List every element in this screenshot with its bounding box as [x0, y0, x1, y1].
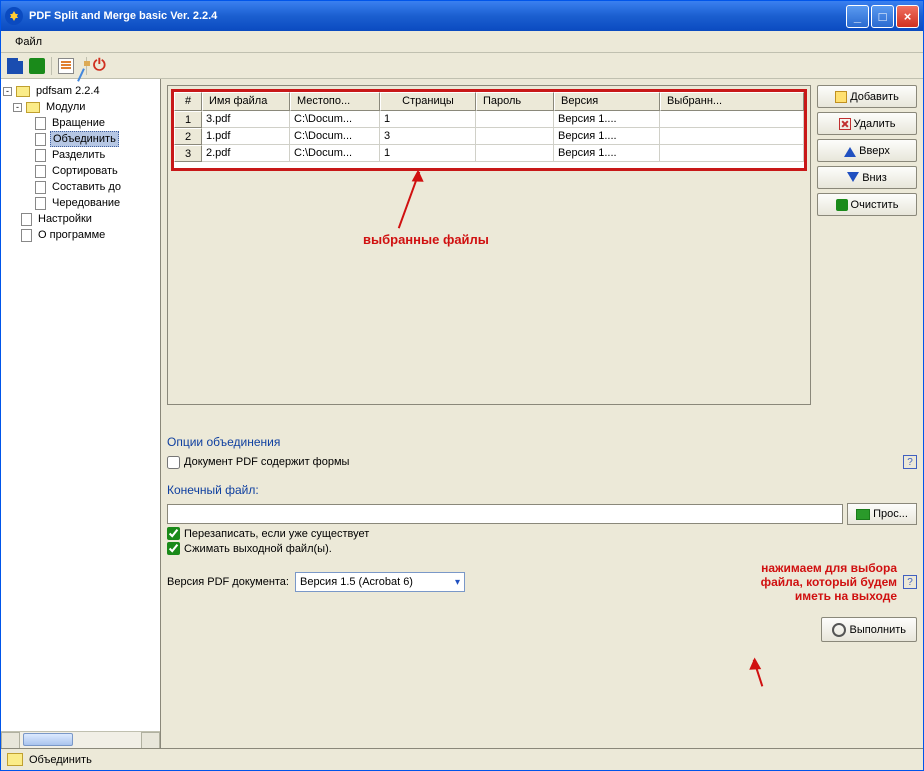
- tree-modules-label: Модули: [44, 100, 87, 114]
- forms-label: Документ PDF содержит формы: [184, 456, 349, 468]
- titlebar[interactable]: PDF Split and Merge basic Ver. 2.2.4 _ □…: [1, 1, 923, 31]
- col-num[interactable]: #: [174, 92, 202, 111]
- gear-icon: [832, 623, 846, 637]
- help-icon[interactable]: ?: [903, 575, 917, 589]
- forms-checkbox[interactable]: [167, 456, 180, 469]
- toolbar-separator: [51, 57, 52, 75]
- save-env-icon[interactable]: [29, 58, 45, 74]
- scrollbar-thumb[interactable]: [23, 733, 73, 746]
- annotation-arrow: [398, 171, 420, 228]
- folder-icon: [16, 86, 30, 97]
- output-path-input[interactable]: [167, 504, 843, 524]
- col-path[interactable]: Местопо...: [290, 92, 380, 111]
- sidebar: - pdfsam 2.2.4 - Модули Вращение Объедин…: [1, 79, 161, 748]
- annotation-selected-files: выбранные файлы: [363, 232, 489, 247]
- tree-root[interactable]: - pdfsam 2.2.4: [3, 83, 158, 99]
- pdf-version-select[interactable]: Версия 1.5 (Acrobat 6) ▾: [295, 572, 465, 592]
- page-icon: [35, 165, 46, 178]
- tree-item-merge[interactable]: Объединить: [3, 131, 158, 147]
- table-header: # Имя файла Местопо... Страницы Пароль В…: [174, 92, 804, 111]
- tree-root-label: pdfsam 2.2.4: [34, 84, 102, 98]
- page-icon: [35, 149, 46, 162]
- toolbar: ⏻: [1, 53, 923, 79]
- page-icon: [35, 133, 46, 146]
- window-title: PDF Split and Merge basic Ver. 2.2.4: [29, 10, 217, 22]
- page-icon: [35, 117, 46, 130]
- menu-file[interactable]: Файл: [7, 34, 50, 50]
- folder-icon: [26, 102, 40, 113]
- statusbar: Объединить: [1, 748, 923, 770]
- file-table: # Имя файла Местопо... Страницы Пароль В…: [171, 89, 807, 171]
- minimize-button[interactable]: _: [846, 5, 869, 28]
- tree-item-alternate[interactable]: Чередование: [3, 195, 158, 211]
- close-button[interactable]: ×: [896, 5, 919, 28]
- tree-modules[interactable]: - Модули: [3, 99, 158, 115]
- app-window: PDF Split and Merge basic Ver. 2.2.4 _ □…: [0, 0, 924, 771]
- arrow-down-icon: [847, 172, 859, 184]
- file-buttons: Добавить Удалить Вверх Вниз Очистить: [817, 85, 917, 405]
- col-password[interactable]: Пароль: [476, 92, 554, 111]
- table-row[interactable]: 1 3.pdf C:\Docum... 1 Версия 1....: [174, 111, 804, 128]
- down-button[interactable]: Вниз: [817, 166, 917, 189]
- tree-settings[interactable]: Настройки: [3, 211, 158, 227]
- tree-item-rotate[interactable]: Вращение: [3, 115, 158, 131]
- page-icon: [21, 229, 32, 242]
- tree-item-split[interactable]: Разделить: [3, 147, 158, 163]
- pdf-version-label: Версия PDF документа:: [167, 576, 289, 588]
- chevron-down-icon: ▾: [455, 577, 460, 588]
- add-icon: [835, 91, 847, 103]
- delete-icon: [839, 118, 851, 130]
- overwrite-checkbox[interactable]: [167, 527, 180, 540]
- folder-icon: [7, 753, 23, 766]
- status-text: Объединить: [29, 754, 92, 766]
- collapse-icon[interactable]: -: [13, 103, 22, 112]
- save-icon[interactable]: [7, 58, 23, 74]
- tree-about[interactable]: О программе: [3, 227, 158, 243]
- folder-open-icon: [856, 509, 870, 520]
- output-file-label: Конечный файл:: [167, 483, 917, 497]
- app-icon: [5, 7, 23, 25]
- compress-checkbox[interactable]: [167, 542, 180, 555]
- col-name[interactable]: Имя файла: [202, 92, 290, 111]
- overwrite-label: Перезаписать, если уже существует: [184, 528, 369, 540]
- delete-button[interactable]: Удалить: [817, 112, 917, 135]
- nav-tree: - pdfsam 2.2.4 - Модули Вращение Объедин…: [1, 79, 160, 731]
- annotation-arrow: [753, 659, 764, 686]
- col-pages[interactable]: Страницы: [380, 92, 476, 111]
- browse-button[interactable]: Прос...: [847, 503, 917, 525]
- exit-icon[interactable]: ⏻: [93, 58, 106, 74]
- col-version[interactable]: Версия: [554, 92, 660, 111]
- table-row[interactable]: 3 2.pdf C:\Docum... 1 Версия 1....: [174, 145, 804, 162]
- execute-button[interactable]: Выполнить: [821, 617, 917, 642]
- tree-item-sort[interactable]: Сортировать: [3, 163, 158, 179]
- merge-options-label: Опции объединения: [167, 435, 917, 449]
- maximize-button[interactable]: □: [871, 5, 894, 28]
- help-icon[interactable]: ?: [903, 455, 917, 469]
- table-row[interactable]: 2 1.pdf C:\Docum... 3 Версия 1....: [174, 128, 804, 145]
- menubar: Файл: [1, 31, 923, 53]
- tree-item-compose[interactable]: Составить до: [3, 179, 158, 195]
- col-selected[interactable]: Выбранн...: [660, 92, 804, 111]
- add-button[interactable]: Добавить: [817, 85, 917, 108]
- page-icon: [21, 213, 32, 226]
- up-button[interactable]: Вверх: [817, 139, 917, 162]
- clear-icon: [836, 199, 848, 211]
- file-table-container: # Имя файла Местопо... Страницы Пароль В…: [167, 85, 811, 405]
- toolbar-separator: [86, 57, 87, 75]
- collapse-icon[interactable]: -: [3, 87, 12, 96]
- clear-button[interactable]: Очистить: [817, 193, 917, 216]
- sidebar-scrollbar[interactable]: [1, 731, 160, 748]
- content-panel: # Имя файла Местопо... Страницы Пароль В…: [161, 79, 923, 748]
- page-icon: [35, 197, 46, 210]
- annotation-browse-hint: нажимаем для выбора файла, который будем…: [761, 561, 897, 603]
- compress-label: Сжимать выходной файл(ы).: [184, 543, 332, 555]
- log-icon[interactable]: [58, 58, 74, 74]
- arrow-up-icon: [844, 145, 856, 157]
- page-icon: [35, 181, 46, 194]
